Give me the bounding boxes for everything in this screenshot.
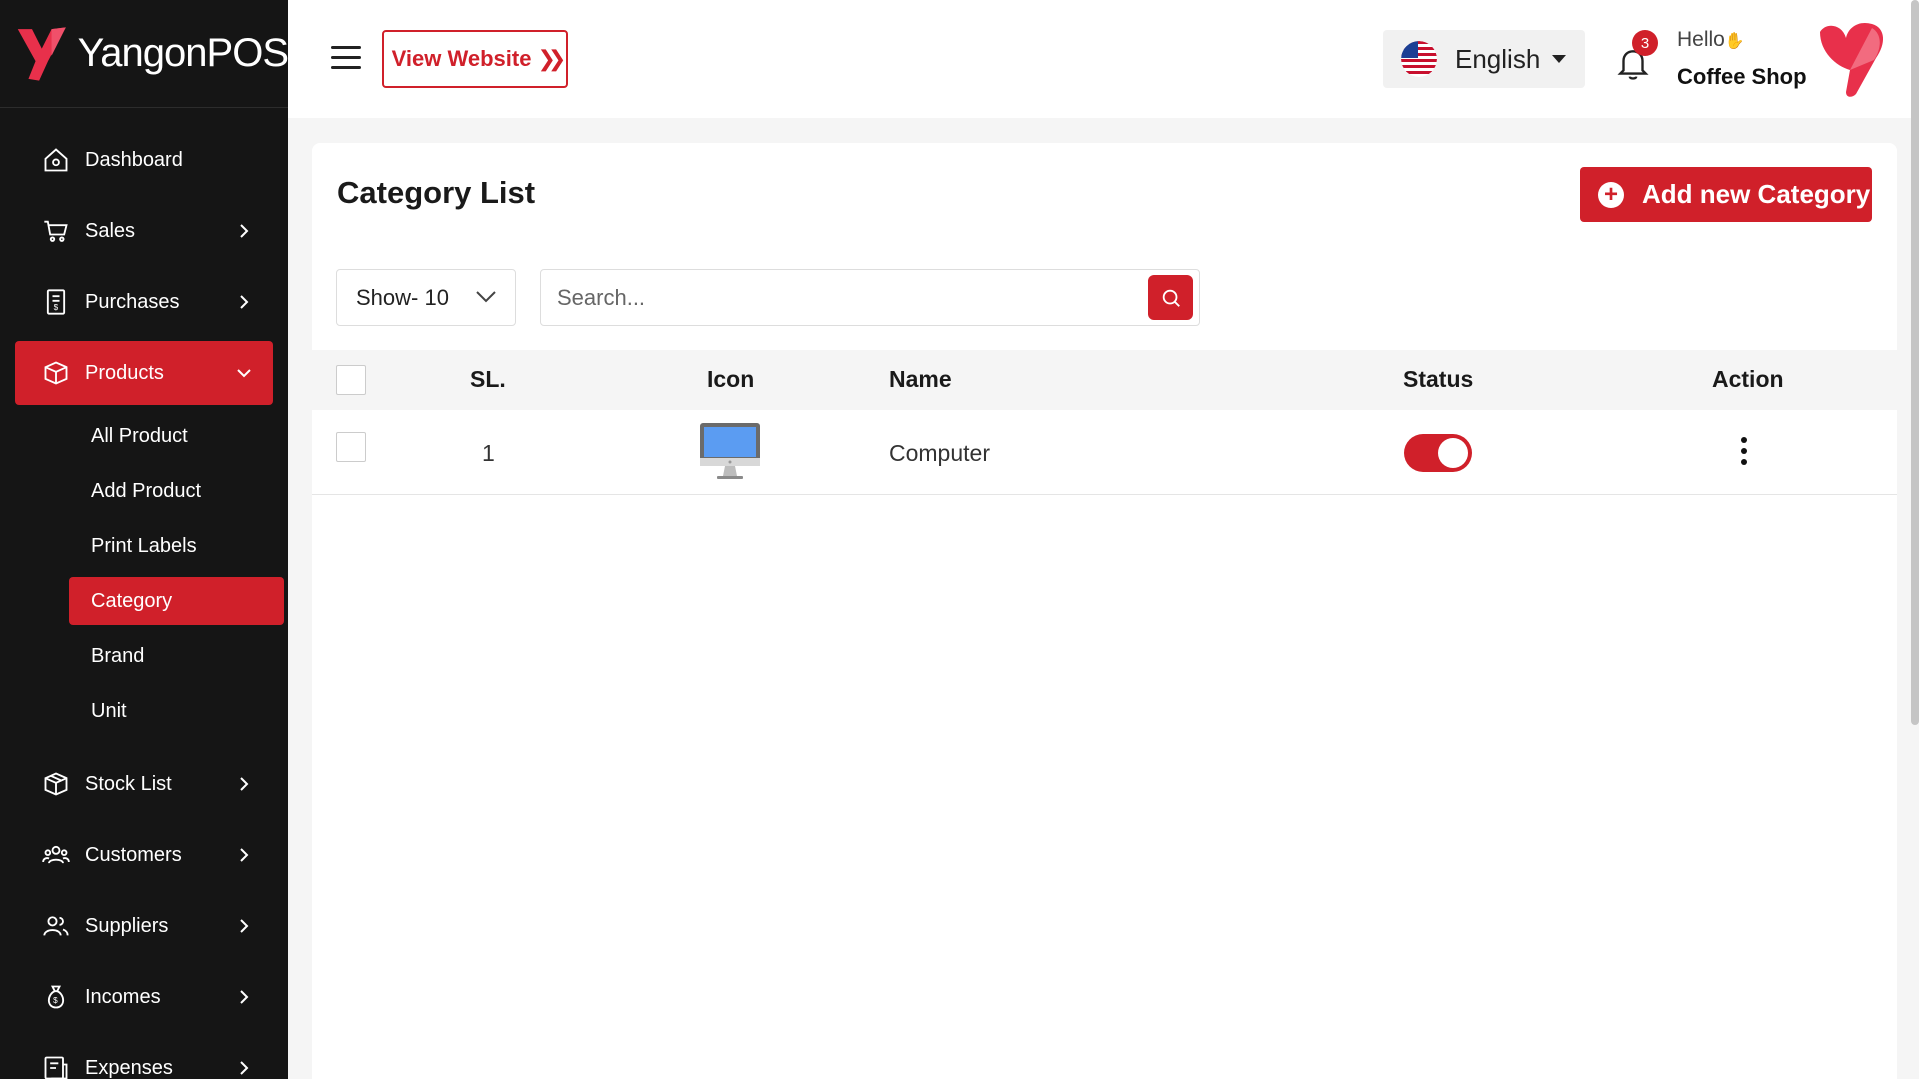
chevron-right-icon	[240, 777, 249, 791]
more-actions-icon[interactable]	[1739, 437, 1749, 469]
sidebar-item-label: Customers	[85, 843, 182, 866]
submenu-item-all-product[interactable]: All Product	[69, 412, 284, 460]
select-all-checkbox[interactable]	[336, 365, 366, 395]
products-submenu: All Product Add Product Print Labels Cat…	[0, 412, 288, 752]
add-new-category-label: Add new Category	[1642, 179, 1871, 209]
brand[interactable]: YangonPOS	[0, 0, 288, 108]
box-icon	[41, 358, 71, 388]
computer-icon	[700, 423, 760, 479]
home-icon	[41, 145, 71, 175]
sidebar-item-label: Incomes	[85, 985, 161, 1008]
sidebar-item-products[interactable]: Products	[15, 341, 273, 405]
chevron-right-icon	[240, 848, 249, 862]
double-chevron-right-icon: ❯❯	[537, 46, 566, 71]
search-box	[540, 269, 1200, 326]
submenu-item-category[interactable]: Category	[69, 577, 284, 625]
row-name: Computer	[889, 440, 990, 466]
sidebar-item-label: Stock List	[85, 772, 172, 795]
page-title: Category List	[337, 175, 536, 210]
view-website-button[interactable]: View Website ❯❯	[382, 30, 568, 88]
avatar[interactable]	[1816, 20, 1888, 98]
table-row: 1 Computer	[312, 410, 1897, 495]
greeting-text: Hello✋	[1677, 28, 1745, 52]
toggle-knob	[1438, 438, 1468, 468]
yangonpos-logo-icon	[17, 26, 66, 81]
cart-icon	[41, 216, 71, 246]
sidebar-item-label: Suppliers	[85, 914, 169, 937]
us-flag-icon	[1401, 41, 1437, 77]
column-header-status: Status	[1403, 366, 1474, 392]
page-size-select[interactable]: Show- 10	[336, 269, 516, 326]
column-header-icon: Icon	[707, 366, 755, 392]
sidebar-item-suppliers[interactable]: Suppliers	[15, 894, 273, 958]
sidebar-nav: Dashboard Sales $ Purchases Products All…	[0, 108, 288, 1079]
sidebar-item-expenses[interactable]: Expenses	[15, 1036, 273, 1079]
chevron-right-icon	[240, 295, 249, 309]
language-selector[interactable]: English	[1383, 30, 1585, 88]
sidebar-item-incomes[interactable]: $ Incomes	[15, 965, 273, 1029]
package-icon	[41, 769, 71, 799]
receipt-icon: $	[41, 287, 71, 317]
submenu-item-add-product[interactable]: Add Product	[69, 467, 284, 515]
column-header-action: Action	[1712, 366, 1784, 392]
sidebar: YangonPOS Dashboard Sales $ Purchases Pr…	[0, 0, 288, 1079]
chevron-right-icon	[240, 919, 249, 933]
sidebar-item-label: Sales	[85, 219, 136, 242]
category-list-card: Category List + Add new Category Show- 1…	[312, 143, 1897, 1079]
users-icon	[41, 840, 71, 870]
greeting-label: Hello	[1677, 28, 1725, 51]
search-icon	[1162, 289, 1180, 307]
user-group-icon	[41, 911, 71, 941]
search-input[interactable]	[541, 270, 1141, 325]
row-checkbox[interactable]	[336, 432, 366, 462]
submenu-item-brand[interactable]: Brand	[69, 632, 284, 680]
sidebar-item-stock-list[interactable]: Stock List	[15, 752, 273, 816]
chevron-down-icon	[237, 369, 251, 378]
sidebar-item-customers[interactable]: Customers	[15, 823, 273, 887]
column-header-name: Name	[889, 366, 952, 392]
sidebar-item-dashboard[interactable]: Dashboard	[15, 128, 273, 192]
row-sl: 1	[482, 440, 495, 466]
svg-text:$: $	[54, 303, 59, 312]
add-new-category-button[interactable]: + Add new Category	[1580, 167, 1872, 222]
language-label: English	[1455, 43, 1541, 74]
top-header: View Website ❯❯ English 3 Hello✋ Coffee …	[288, 0, 1919, 118]
sidebar-item-label: Expenses	[85, 1056, 173, 1079]
expense-icon	[41, 1053, 71, 1079]
caret-down-icon	[1552, 55, 1567, 63]
sidebar-item-sales[interactable]: Sales	[15, 199, 273, 263]
column-header-sl: SL.	[470, 366, 506, 392]
sidebar-item-label: Dashboard	[85, 148, 183, 171]
submenu-item-print-labels[interactable]: Print Labels	[69, 522, 284, 570]
sidebar-item-purchases[interactable]: $ Purchases	[15, 270, 273, 334]
status-toggle[interactable]	[1404, 434, 1472, 472]
table-header: SL. Icon Name Status Action	[312, 350, 1897, 410]
search-button[interactable]	[1148, 275, 1193, 320]
svg-text:$: $	[53, 996, 58, 1005]
sidebar-item-label: Products	[85, 361, 164, 384]
menu-toggle-icon[interactable]	[331, 46, 361, 70]
page-scrollbar[interactable]	[1911, 0, 1919, 725]
shop-name: Coffee Shop	[1677, 64, 1807, 89]
brand-name: YangonPOS	[77, 31, 288, 75]
view-website-label: View Website	[391, 46, 532, 71]
money-bag-icon: $	[41, 982, 71, 1012]
notification-badge: 3	[1632, 30, 1658, 56]
chevron-right-icon	[240, 224, 249, 238]
chevron-down-icon	[476, 291, 496, 303]
page-size-label: Show- 10	[356, 284, 449, 310]
submenu-item-unit[interactable]: Unit	[69, 687, 284, 735]
chevron-right-icon	[240, 1061, 249, 1075]
chevron-right-icon	[240, 990, 249, 1004]
wave-hand-icon: ✋	[1724, 33, 1745, 50]
plus-circle-icon: +	[1598, 181, 1624, 208]
sidebar-item-label: Purchases	[85, 290, 180, 313]
